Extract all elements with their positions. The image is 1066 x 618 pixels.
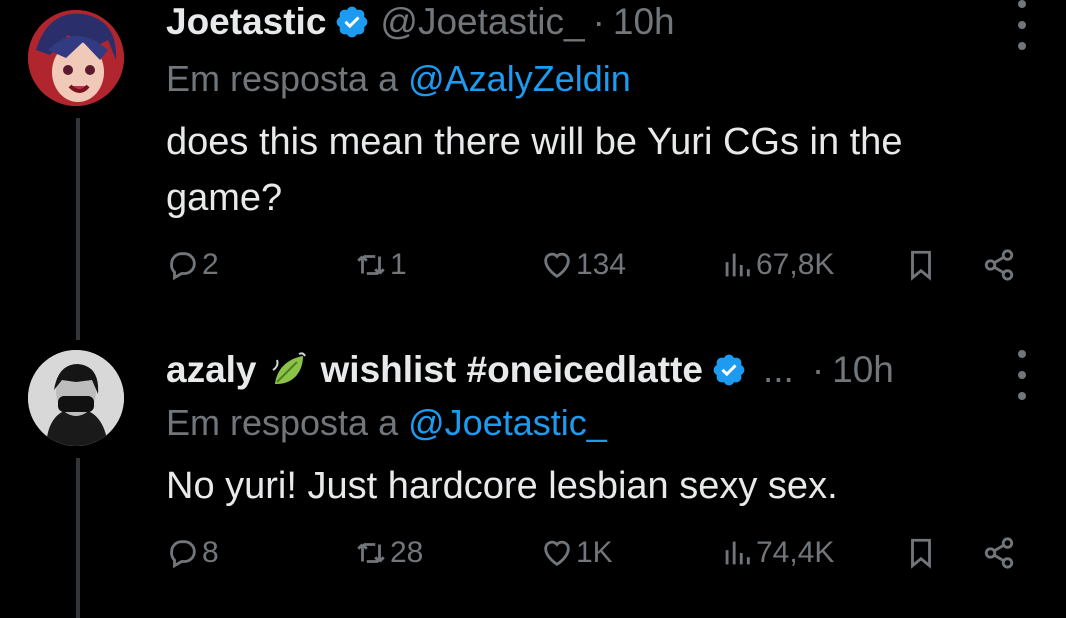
replying-to: Em resposta a @AzalyZeldin [166,58,631,100]
display-name-part1[interactable]: azaly [166,348,257,392]
bookmark-button[interactable] [904,536,940,570]
tweet-header: azaly wishlist #oneicedlatte ... · 10h [166,348,986,392]
verified-badge-icon [711,352,747,388]
action-bar: 8 28 1K 74,4K [166,536,1026,580]
bookmark-icon [911,250,931,281]
like-button[interactable]: 1K [540,536,613,570]
tweet-2[interactable]: azaly wishlist #oneicedlatte ... · 10h E… [0,330,1066,618]
verified-badge-icon [334,4,370,40]
separator-dot: · [592,1,605,42]
repost-icon [357,543,385,563]
avatar-azaly[interactable] [28,350,124,446]
more-icon[interactable] [1014,0,1030,50]
reply-count: 8 [202,536,219,569]
share-icon [984,249,1014,281]
repost-button[interactable]: 28 [354,536,423,570]
tweet-text: does this mean there will be Yuri CGs in… [166,121,903,219]
repost-count: 1 [390,248,407,281]
avatar-joetastic[interactable] [28,10,124,106]
display-name-part2[interactable]: wishlist #oneicedlatte [321,348,703,392]
timestamp[interactable]: 10h [832,348,894,392]
replying-prefix: Em resposta a [166,402,399,443]
reply-icon [170,540,196,569]
handle[interactable]: @Joetastic_ [380,0,584,44]
like-button[interactable]: 134 [540,248,626,282]
views-count: 67,8K [756,248,835,281]
views-count: 74,4K [756,536,835,569]
replying-to-link[interactable]: @Joetastic_ [408,402,607,443]
views-icon [725,253,750,277]
reply-button[interactable]: 2 [166,248,219,282]
display-name[interactable]: Joetastic [166,0,326,44]
views-button[interactable]: 74,4K [720,536,834,570]
bookmark-icon [911,538,931,569]
thread-line [76,458,80,618]
leaf-emoji-icon [269,350,309,390]
share-button[interactable] [982,536,1018,570]
replying-prefix: Em resposta a [166,58,399,99]
views-icon [725,541,750,565]
repost-count: 28 [390,536,424,569]
repost-icon [357,255,385,275]
replying-to-link[interactable]: @AzalyZeldin [408,58,631,99]
like-count: 134 [576,248,627,281]
name-ellipsis: ... [762,349,794,390]
bookmark-button[interactable] [904,248,940,282]
reply-button[interactable]: 8 [166,536,219,570]
more-icon[interactable] [1014,350,1030,400]
like-count: 1K [576,536,613,569]
action-bar: 2 1 134 67,8K [166,248,1026,292]
repost-button[interactable]: 1 [354,248,407,282]
share-button[interactable] [982,248,1018,282]
replying-to: Em resposta a @Joetastic_ [166,402,607,444]
like-icon [544,540,570,567]
timestamp[interactable]: 10h [613,0,675,44]
views-button[interactable]: 67,8K [720,248,834,282]
tweet-text: No yuri! Just hardcore lesbian sexy sex. [166,465,838,507]
tweet-header: Joetastic @Joetastic_ · 10h [166,0,986,44]
separator-dot: · [811,349,825,390]
share-icon [984,537,1014,569]
reply-count: 2 [202,248,219,281]
thread-line [76,118,80,340]
like-icon [544,252,570,279]
reply-icon [170,252,196,281]
tweet-1[interactable]: Joetastic @Joetastic_ · 10h Em resposta … [0,0,1066,340]
